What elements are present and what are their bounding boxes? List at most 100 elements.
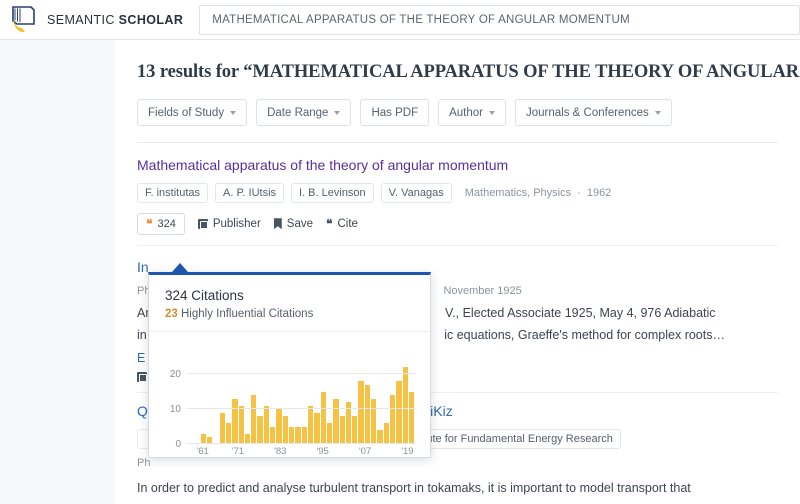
highly-influential-citations: 23 Highly Influential Citations <box>165 308 414 320</box>
cite-button[interactable]: ❝ Cite <box>326 218 358 230</box>
logo-text: SEMANTIC SCHOLAR <box>47 13 183 27</box>
chart-bar <box>402 367 408 444</box>
chart-x-axis-labels: '61 '71 '83 '95 '07 '19 <box>188 446 414 460</box>
bookmark-icon <box>273 218 282 230</box>
filter-label: Has PDF <box>371 106 419 119</box>
meta-separator: · <box>577 186 581 199</box>
search-input[interactable]: MATHEMATICAL APPARATUS OF THE THEORY OF … <box>199 4 800 35</box>
chart-gridline <box>187 373 416 374</box>
page-title: 13 results for “MATHEMATICAL APPARATUS O… <box>137 62 800 82</box>
chart-x-tick-label: '71 <box>231 446 245 457</box>
chart-bar <box>251 395 257 444</box>
expand-link[interactable]: E <box>137 351 145 365</box>
app-root: SEMANTIC SCHOLAR MATHEMATICAL APPARATUS … <box>0 0 800 504</box>
citations-count: 324 Citations <box>165 288 244 303</box>
result-date: November 1925 <box>443 284 522 297</box>
chart-bar <box>282 416 288 444</box>
chevron-down-icon <box>654 110 661 115</box>
filter-has-pdf[interactable]: Has PDF <box>360 99 430 126</box>
save-button[interactable]: Save <box>273 217 313 230</box>
save-label: Save <box>286 217 313 230</box>
chart-bar <box>225 423 232 444</box>
cite-label: Cite <box>337 217 358 230</box>
citation-count-button[interactable]: ❝ 324 <box>137 212 185 235</box>
result-title-fragment: In <box>137 258 149 275</box>
chart-bar <box>270 426 276 444</box>
chart-bar <box>289 426 295 444</box>
highly-influential-label: Highly Influential Citations <box>181 308 314 320</box>
publisher-label: Publisher <box>212 217 261 230</box>
filter-author[interactable]: Author <box>438 99 506 126</box>
chart-bar <box>232 398 238 444</box>
filter-label: Fields of Study <box>148 106 225 119</box>
chart-bar <box>320 391 326 444</box>
quote-icon: ❝ <box>146 216 153 231</box>
chart-bar <box>390 395 396 444</box>
publisher-link[interactable] <box>137 372 147 383</box>
chart-bar <box>383 423 389 444</box>
citations-popup[interactable]: 324 Citations 23 Highly Influential Cita… <box>148 263 431 458</box>
chart-bar <box>276 409 282 444</box>
filter-label: Author <box>449 106 483 119</box>
abstract-line: In order to predict and analyse turbulen… <box>137 481 691 496</box>
filter-date-range[interactable]: Date Range <box>256 99 352 126</box>
chart-y-tick-label: 10 <box>169 404 181 415</box>
chart-bar <box>219 412 225 444</box>
logo-text-bold: SCHOLAR <box>118 12 184 27</box>
publisher-link[interactable]: Publisher <box>197 217 261 230</box>
site-header: SEMANTIC SCHOLAR MATHEMATICAL APPARATUS … <box>0 0 800 40</box>
filter-bar: Fields of Study Date Range Has PDF Autho… <box>137 99 778 126</box>
chart-bar <box>339 416 345 444</box>
quote-icon: ❝ <box>326 216 333 231</box>
filter-fields-of-study[interactable]: Fields of Study <box>137 99 248 126</box>
chart-bar <box>238 405 244 444</box>
author-chip[interactable]: I. B. Levinson <box>291 182 374 203</box>
chart-x-tick-label: '19 <box>401 446 414 457</box>
result-abstract: In order to predict and analyse turbulen… <box>137 478 778 499</box>
citation-count-value: 324 <box>157 217 176 230</box>
result-fields: Mathematics, Physics <box>464 186 572 199</box>
chart-bar <box>333 398 339 444</box>
chart-x-tick-label: '83 <box>274 446 287 457</box>
logo[interactable]: SEMANTIC SCHOLAR <box>10 5 183 35</box>
chevron-down-icon <box>230 110 237 115</box>
result-meta: Mathematics, Physics · 1962 <box>465 187 612 199</box>
chart-bar <box>364 384 371 444</box>
citations-popup-header: 324 Citations 23 Highly Influential Cita… <box>149 275 430 332</box>
chart-x-tick-label: '61 <box>196 446 209 457</box>
chart-bar <box>377 430 383 444</box>
chart-bar <box>396 381 402 444</box>
search-input-value: MATHEMATICAL APPARATUS OF THE THEORY OF … <box>212 13 630 26</box>
filter-journals-conferences[interactable]: Journals & Conferences <box>515 99 672 126</box>
chevron-down-icon <box>334 110 341 115</box>
result-title-fragment-left: Q <box>137 403 148 420</box>
result-title-link[interactable]: Mathematical apparatus of the theory of … <box>137 157 778 174</box>
page-body: 13 results for “MATHEMATICAL APPARATUS O… <box>0 40 800 504</box>
author-chip[interactable]: F. institutas <box>137 182 209 203</box>
chart-bar <box>301 426 307 444</box>
abstract-line: V., Elected Associate 1925, May 4, 976 A… <box>444 305 716 320</box>
chart-bar <box>358 381 364 444</box>
chart-bar <box>352 416 358 444</box>
chart-bar <box>408 391 415 444</box>
filter-label: Journals & Conferences <box>526 106 649 119</box>
result-item: Mathematical apparatus of the theory of … <box>137 143 778 245</box>
external-link-icon <box>137 372 147 383</box>
chart-x-tick-label: '95 <box>316 446 329 457</box>
abstract-line: ic equations, Graeffe's method for compl… <box>444 328 725 343</box>
author-chip[interactable]: V. Vanagas <box>380 182 452 203</box>
chart-bar <box>295 426 301 444</box>
author-chip[interactable]: A. P. IUtsis <box>215 182 285 203</box>
citations-chart-area: '61 '71 '83 '95 '07 '19 0 10 20 <box>149 332 430 464</box>
chart-bar <box>257 416 263 444</box>
external-link-icon <box>197 218 208 229</box>
filter-label: Date Range <box>267 106 329 119</box>
result-year: 1962 <box>586 186 612 199</box>
result-actions: ❝ 324 Publisher Save ❝ Cite <box>137 212 778 235</box>
logo-text-light: SEMANTIC <box>47 12 115 27</box>
chart-y-tick-label: 20 <box>169 369 181 380</box>
semantic-scholar-book-logo-icon <box>12 5 35 32</box>
chart-y-tick-label: 0 <box>175 439 181 450</box>
author-list: F. institutas A. P. IUtsis I. B. Levinso… <box>137 182 778 203</box>
chart-bar <box>314 412 320 444</box>
